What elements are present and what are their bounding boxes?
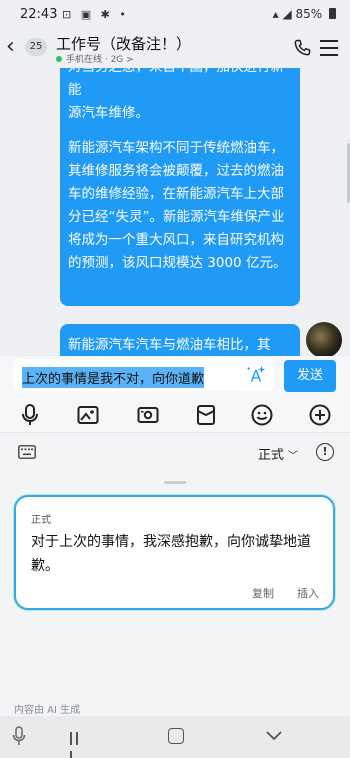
menu-icon[interactable] [320,40,338,56]
keyboard-icon[interactable] [18,445,36,459]
ai-rewrite-icon[interactable]: A [246,364,268,386]
microphone-icon[interactable] [18,403,42,427]
message-bubble[interactable]: 新能源汽车汽车与燃油车相比，其 [60,324,300,356]
status-bar: 22:43 ⊡ ▣ ✱ • ▴ ◢ 85% [0,0,350,30]
panel-drag-handle[interactable] [164,481,186,484]
status-right: ▴ ◢ 85% [273,7,336,21]
camera-icon[interactable] [136,403,160,427]
send-button[interactable]: 发送 [284,360,336,392]
emoji-icon[interactable] [250,403,274,427]
signal-icon: ▴ ◢ [272,7,296,21]
nav-microphone-icon[interactable] [12,726,26,746]
message-input[interactable]: 上次的事情是我不对，向你道歉 A [14,359,274,391]
message-bubble[interactable]: 对当务之急，来自中国，加快进行新能 源汽车维修。 新能源汽车架构不同于传统燃油车… [60,68,300,306]
online-dot-icon [56,56,62,62]
tone-mode-dropdown[interactable]: 正式 ﹀ [258,444,298,463]
message-paragraph: 新能源汽车架构不同于传统燃油车，其维修服务将会被颠覆，过去的燃油车的维修经验，在… [68,140,287,271]
ai-rewrite-panel: 正式 ﹀ ! 正式 对于上次的事情，我深感抱歉，向你诚挚地道歉。 复制 插入 内容… [0,432,350,716]
input-row: 上次的事情是我不对，向你道歉 A 发送 [0,356,350,398]
rewrite-result-card[interactable]: 正式 对于上次的事情，我深感抱歉，向你诚挚地道歉。 复制 插入 [14,495,335,610]
battery-percent: 85% [295,7,323,21]
message-paragraph: 源汽车维修。 [68,105,149,121]
online-status-text: 手机在线 · 2G > [66,55,134,65]
image-icon[interactable] [76,403,100,427]
input-toolbar [0,398,350,432]
insert-button[interactable]: 插入 [297,585,319,601]
recent-apps-icon[interactable] [70,730,86,758]
system-nav-bar [0,716,350,758]
red-packet-icon[interactable] [194,403,218,427]
chat-header: ‹ 25 工作号（改备注！） 手机在线 · 2G > [0,30,350,68]
nav-back-icon[interactable] [266,730,282,742]
message-paragraph-partial: 对当务之急，来自中国，加快进行新能 [68,68,284,98]
battery-icon [329,8,336,19]
phone-icon[interactable] [292,38,312,58]
back-icon[interactable]: ‹ [6,34,26,60]
status-icons: ⊡ ▣ ✱ • [62,8,129,21]
chat-subtitle: 手机在线 · 2G > [56,52,134,65]
chat-message-list[interactable]: 对当务之急，来自中国，加快进行新能 源汽车维修。 新能源汽车架构不同于传统燃油车… [0,68,350,356]
copy-button[interactable]: 复制 [252,585,274,601]
tone-mode-label: 正式 [258,448,285,463]
home-icon[interactable] [168,728,184,744]
unread-badge[interactable]: 25 [25,38,47,56]
ai-generated-note: 内容由 AI 生成 [14,705,81,716]
info-icon[interactable]: ! [316,443,334,461]
status-time: 22:43 [20,7,58,22]
message-text: 新能源汽车汽车与燃油车相比，其 [68,337,271,353]
avatar[interactable] [306,322,342,356]
result-tone-label: 正式 [31,515,51,526]
chevron-down-icon: ﹀ [288,451,299,462]
message-input-selected-text[interactable]: 上次的事情是我不对，向你道歉 [22,367,205,388]
plus-icon[interactable] [308,403,332,427]
rewrite-result-text[interactable]: 对于上次的事情，我深感抱歉，向你诚挚地道歉。 [31,530,326,578]
chat-title[interactable]: 工作号（改备注！） [56,33,191,54]
